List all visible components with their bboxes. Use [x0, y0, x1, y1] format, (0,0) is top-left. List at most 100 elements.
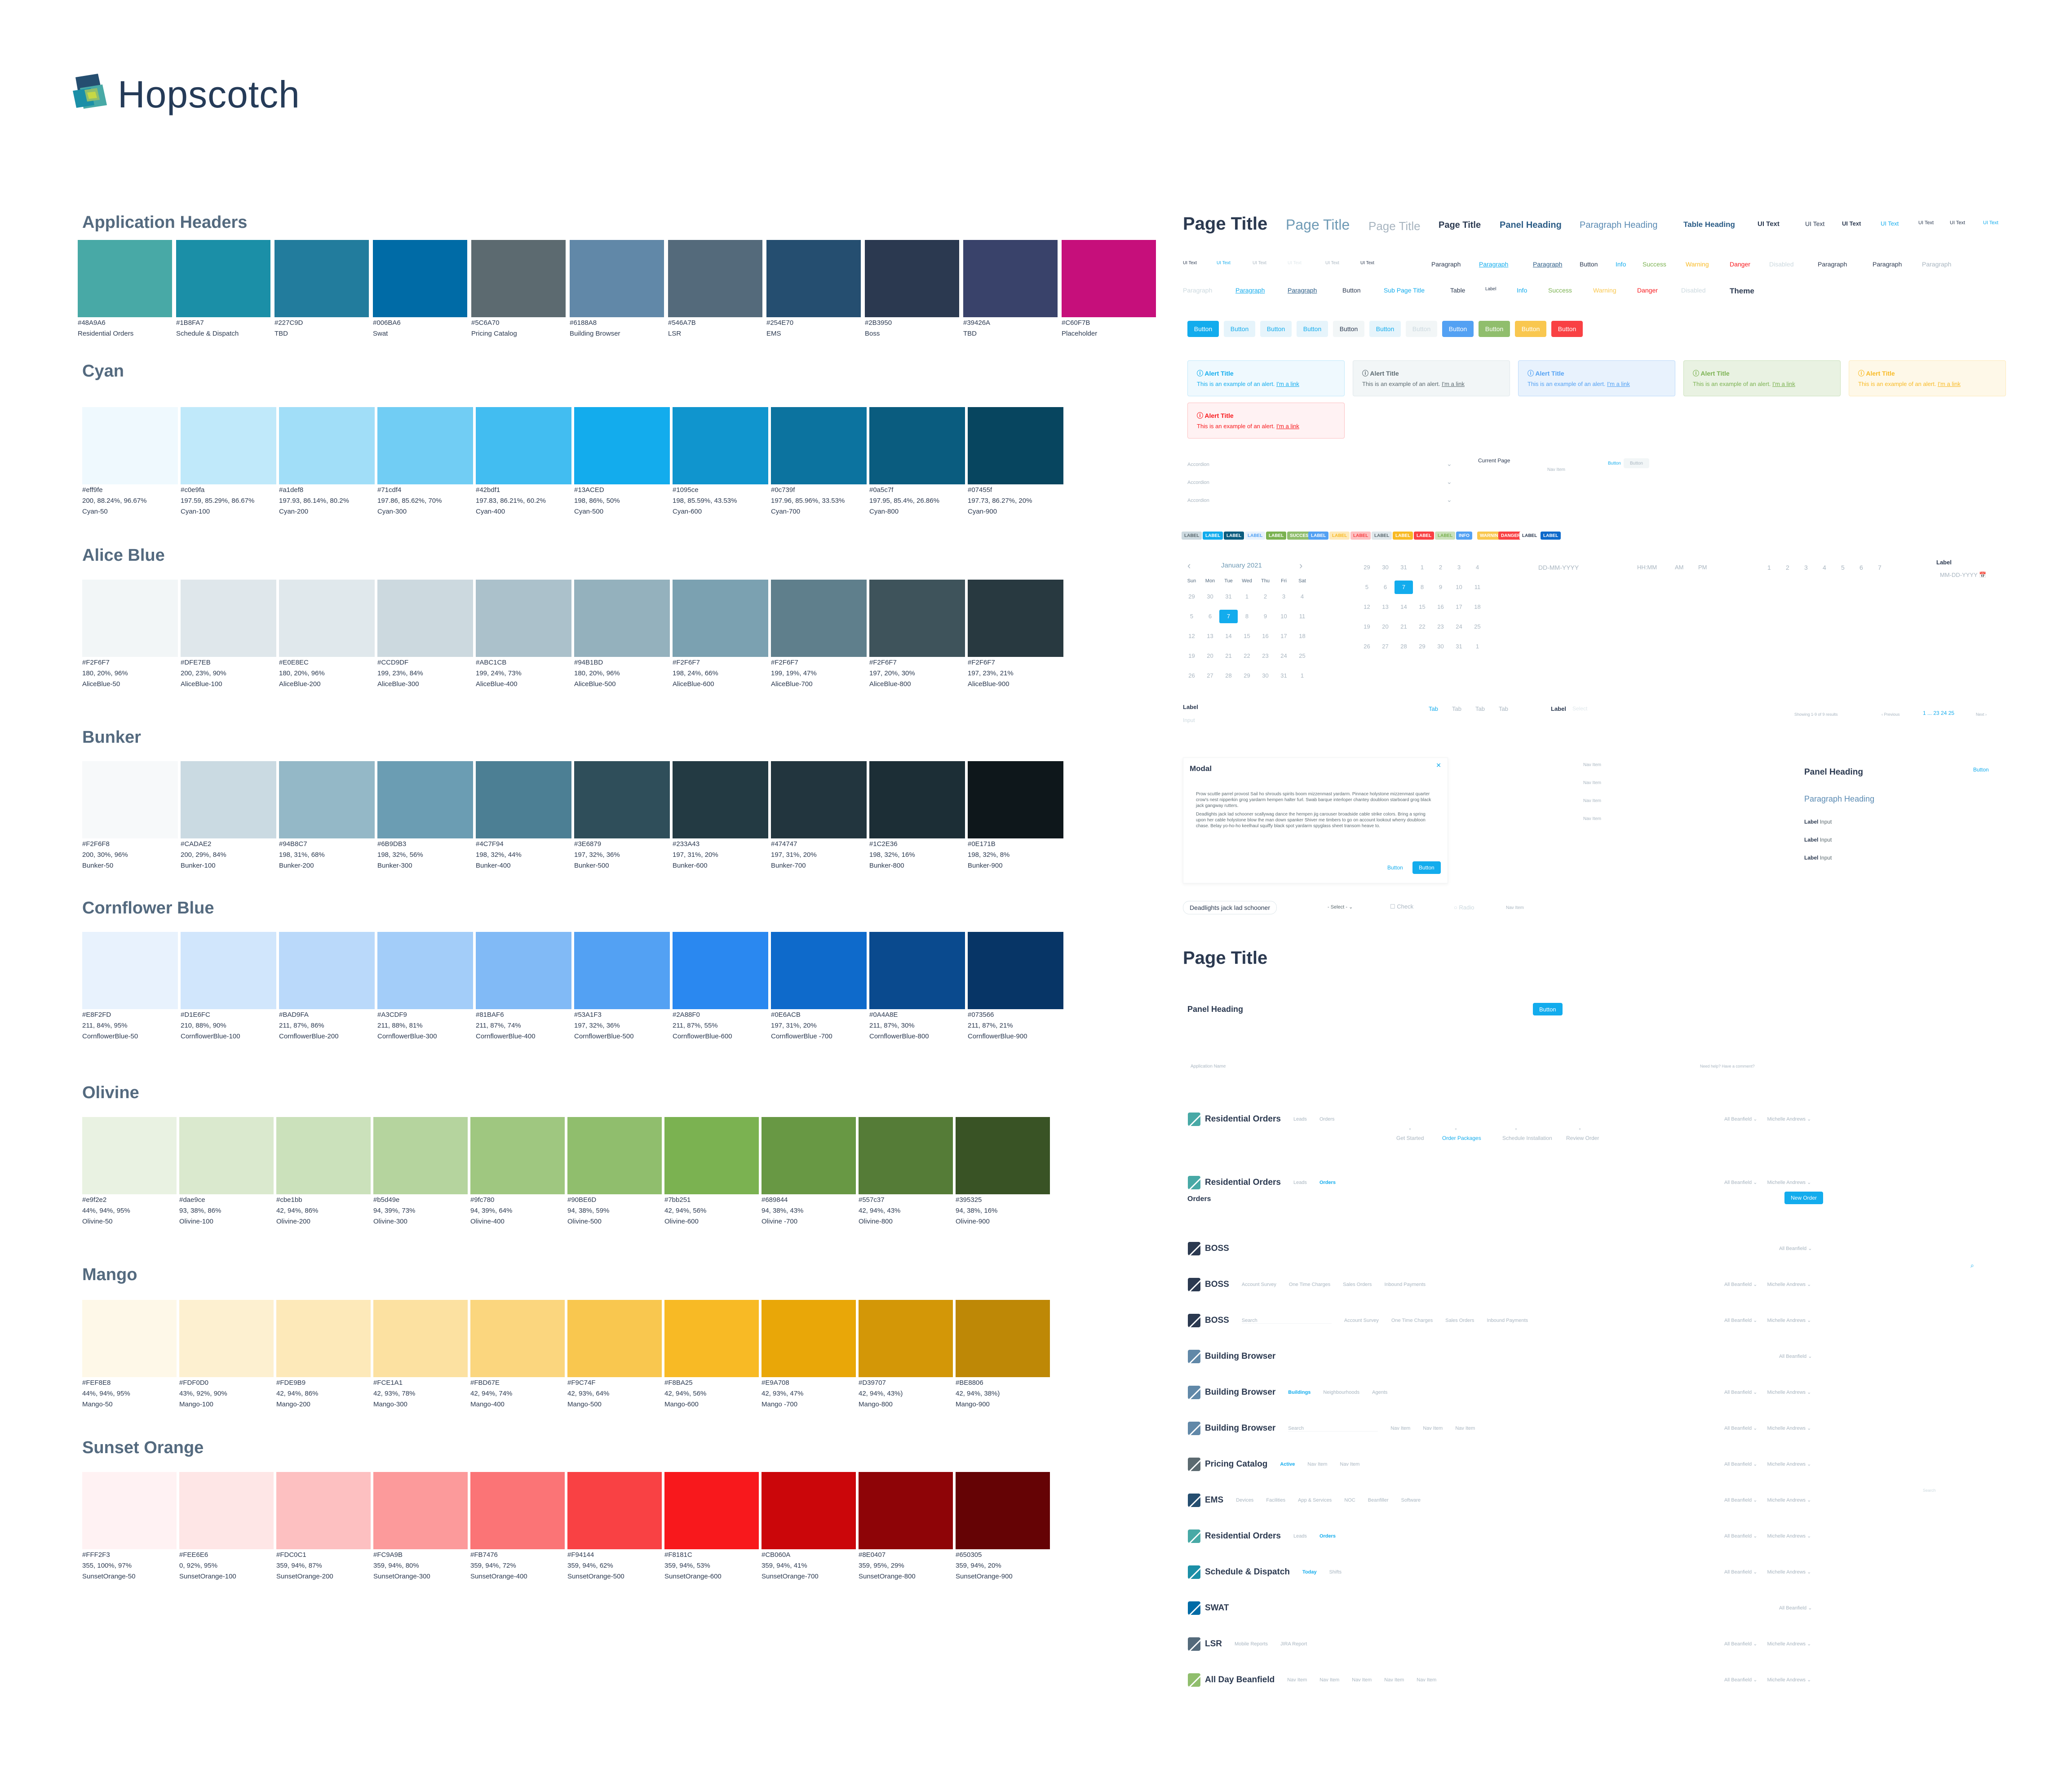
new-order-button[interactable]: New Order: [1784, 1192, 1824, 1204]
search-input[interactable]: Search: [1288, 1426, 1378, 1432]
subnav-item[interactable]: Inbound Payments: [1487, 1318, 1528, 1324]
org-dropdown[interactable]: All Beanfield ⌄: [1724, 1497, 1757, 1503]
pm-toggle[interactable]: PM: [1698, 564, 1707, 571]
calendar-day[interactable]: 26: [1182, 669, 1201, 683]
subnav-item[interactable]: Nav Item: [1319, 1677, 1339, 1683]
calendar-day[interactable]: 17: [1450, 600, 1468, 614]
calendar-day[interactable]: 21: [1219, 649, 1238, 663]
subnav-item[interactable]: Leads: [1293, 1180, 1307, 1185]
subnav-item[interactable]: Neighbourhoods: [1323, 1390, 1359, 1395]
alert-link[interactable]: I'm a link: [1772, 381, 1795, 387]
subnav-item[interactable]: Nav Item: [1384, 1677, 1404, 1683]
nav-item[interactable]: Nav Item: [1583, 762, 1601, 767]
calendar-day[interactable]: 9: [1256, 610, 1275, 623]
org-dropdown[interactable]: All Beanfield ⌄: [1724, 1641, 1757, 1647]
calendar-day[interactable]: 15: [1238, 629, 1256, 643]
subnav-item[interactable]: Leads: [1293, 1117, 1307, 1122]
calendar-day[interactable]: 18: [1468, 600, 1487, 614]
calendar-day[interactable]: 7: [1395, 581, 1413, 594]
subnav-item[interactable]: Account Survey: [1242, 1282, 1276, 1287]
subnav-item[interactable]: App & Services: [1298, 1498, 1332, 1503]
subnav-item[interactable]: Agents: [1372, 1390, 1387, 1395]
calendar-day[interactable]: 20: [1201, 649, 1219, 663]
help-link[interactable]: Need help? Have a comment?: [1700, 1064, 1755, 1068]
button[interactable]: Button: [1442, 321, 1474, 337]
subnav-item[interactable]: Sales Orders: [1343, 1282, 1372, 1287]
button[interactable]: Button: [1406, 321, 1437, 337]
calendar-day[interactable]: 3: [1275, 590, 1293, 603]
calendar-day[interactable]: 3: [1450, 561, 1468, 574]
calendar-day[interactable]: 24: [1450, 620, 1468, 634]
button[interactable]: Button: [1369, 321, 1401, 337]
calendar-day[interactable]: 19: [1358, 620, 1376, 634]
user-menu[interactable]: Michelle Andrews ⌄: [1767, 1425, 1811, 1431]
page-number[interactable]: 3: [1804, 564, 1808, 571]
nav-item[interactable]: Nav Item: [1583, 780, 1601, 785]
calendar-day[interactable]: 14: [1395, 600, 1413, 614]
calendar-day[interactable]: 10: [1275, 610, 1293, 623]
subnav-item[interactable]: Nav Item: [1390, 1426, 1410, 1432]
search-icon[interactable]: ⌕: [1970, 1262, 1974, 1269]
subnav-item[interactable]: Mobile Reports: [1235, 1641, 1268, 1647]
button[interactable]: Button: [1187, 321, 1219, 337]
org-dropdown[interactable]: All Beanfield ⌄: [1724, 1116, 1757, 1122]
page-number[interactable]: 6: [1859, 564, 1863, 571]
subnav-item[interactable]: Leads: [1293, 1534, 1307, 1539]
radio-button[interactable]: ○ Radio: [1454, 904, 1474, 911]
calendar-day[interactable]: 6: [1376, 581, 1395, 594]
calendar-day[interactable]: 8: [1413, 581, 1431, 594]
nav-item[interactable]: Nav Item: [1506, 905, 1524, 910]
subnav-item[interactable]: Nav Item: [1455, 1426, 1475, 1432]
user-menu[interactable]: Michelle Andrews ⌄: [1767, 1533, 1811, 1539]
calendar-day[interactable]: 6: [1201, 610, 1219, 623]
page-number[interactable]: 1: [1767, 564, 1771, 571]
calendar-day[interactable]: 25: [1468, 620, 1487, 634]
stepper-step[interactable]: Get Started: [1396, 1135, 1424, 1141]
user-menu[interactable]: Michelle Andrews ⌄: [1767, 1497, 1811, 1503]
calendar-day[interactable]: 16: [1256, 629, 1275, 643]
org-dropdown[interactable]: All Beanfield ⌄: [1724, 1533, 1757, 1539]
org-dropdown[interactable]: All Beanfield ⌄: [1724, 1179, 1757, 1185]
subnav-item[interactable]: Nav Item: [1417, 1677, 1436, 1683]
select-input[interactable]: Select: [1572, 705, 1587, 712]
subnav-item[interactable]: Devices: [1236, 1498, 1253, 1503]
calendar-day[interactable]: 13: [1376, 600, 1395, 614]
org-dropdown[interactable]: All Beanfield ⌄: [1724, 1425, 1757, 1431]
calendar-day[interactable]: 30: [1256, 669, 1275, 683]
chevron-left-icon[interactable]: ‹: [1187, 560, 1191, 572]
subnav-item[interactable]: Nav Item: [1287, 1677, 1307, 1683]
calendar-day[interactable]: 16: [1431, 600, 1450, 614]
calendar-day[interactable]: 23: [1256, 649, 1275, 663]
subnav-item[interactable]: Nav Item: [1307, 1462, 1327, 1467]
chip-select[interactable]: Deadlights jack lad schooner: [1183, 901, 1277, 914]
calendar-day[interactable]: 4: [1468, 561, 1487, 574]
org-dropdown[interactable]: All Beanfield ⌄: [1724, 1281, 1757, 1287]
button[interactable]: Button: [1515, 321, 1546, 337]
calendar-day[interactable]: 4: [1293, 590, 1311, 603]
calendar-day[interactable]: 11: [1293, 610, 1311, 623]
calendar-day[interactable]: 13: [1201, 629, 1219, 643]
subnav-item[interactable]: Nav Item: [1352, 1677, 1372, 1683]
calendar-day[interactable]: 28: [1219, 669, 1238, 683]
tab[interactable]: Tab: [1475, 705, 1485, 712]
alert-link[interactable]: I'm a link: [1607, 381, 1630, 387]
chevron-right-icon[interactable]: ›: [1299, 560, 1302, 572]
org-dropdown[interactable]: All Beanfield ⌄: [1779, 1353, 1812, 1359]
button[interactable]: Button: [1551, 321, 1583, 337]
checkbox[interactable]: ☐ Check: [1390, 903, 1413, 910]
alert-link[interactable]: I'm a link: [1276, 423, 1299, 430]
page-number[interactable]: 5: [1841, 564, 1845, 571]
calendar-day[interactable]: 11: [1468, 581, 1487, 594]
calendar-day[interactable]: 18: [1293, 629, 1311, 643]
calendar-day[interactable]: 14: [1219, 629, 1238, 643]
page-number[interactable]: 4: [1823, 564, 1826, 571]
subnav-item[interactable]: Sales Orders: [1445, 1318, 1474, 1324]
button[interactable]: Button: [1533, 1003, 1563, 1015]
subnav-item[interactable]: Facilities: [1266, 1498, 1285, 1503]
calendar-day[interactable]: 31: [1275, 669, 1293, 683]
accordion-item[interactable]: Accordion: [1187, 462, 1209, 467]
calendar-day[interactable]: 29: [1182, 590, 1201, 603]
user-menu[interactable]: Michelle Andrews ⌄: [1767, 1116, 1811, 1122]
subnav-item[interactable]: Active: [1280, 1462, 1295, 1467]
org-dropdown[interactable]: All Beanfield ⌄: [1779, 1246, 1812, 1251]
